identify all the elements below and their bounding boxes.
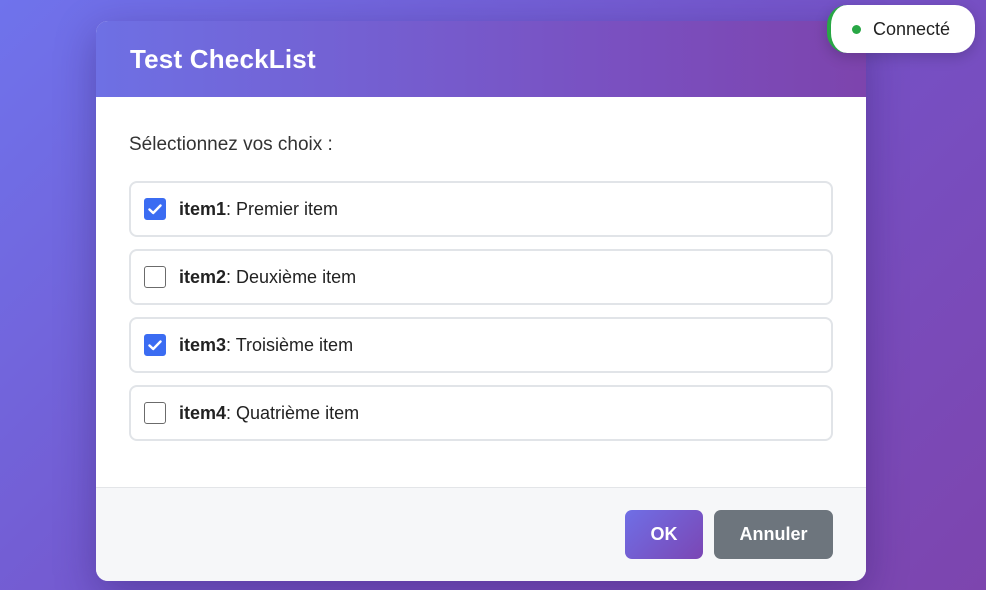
option-label: : Deuxième item (226, 266, 357, 287)
status-dot-icon (852, 24, 861, 34)
option-item3[interactable]: item3: Troisième item (129, 317, 833, 373)
option-key: item2 (179, 266, 227, 287)
option-label: : Troisième item (226, 334, 354, 355)
dialog-body: Sélectionnez vos choix : item1: Premier … (96, 97, 866, 487)
checkmark-icon (148, 339, 162, 350)
option-checkbox[interactable] (144, 266, 166, 288)
dialog-header: Test CheckList (96, 21, 866, 97)
option-text: item3: Troisième item (179, 335, 353, 356)
option-item1[interactable]: item1: Premier item (129, 181, 833, 237)
option-key: item1 (179, 198, 227, 219)
checklist-dialog: Test CheckList Sélectionnez vos choix : … (96, 21, 866, 581)
option-checkbox[interactable] (144, 198, 166, 220)
ok-button[interactable]: OK (625, 510, 703, 559)
dialog-footer: OK Annuler (96, 487, 866, 581)
option-label: : Premier item (226, 198, 339, 219)
option-key: item3 (179, 334, 227, 355)
checkmark-icon (148, 203, 162, 214)
option-key: item4 (179, 402, 227, 423)
option-text: item2: Deuxième item (179, 267, 356, 288)
connection-status-toast: Connecté (827, 5, 975, 53)
option-checkbox[interactable] (144, 334, 166, 356)
option-checkbox[interactable] (144, 402, 166, 424)
dialog-title: Test CheckList (130, 43, 316, 74)
selection-prompt: Sélectionnez vos choix : (129, 134, 333, 155)
option-item2[interactable]: item2: Deuxième item (129, 249, 833, 305)
connection-status-text: Connecté (873, 18, 951, 39)
cancel-button[interactable]: Annuler (714, 510, 833, 559)
option-label: : Quatrième item (226, 402, 360, 423)
option-text: item4: Quatrième item (179, 403, 359, 424)
option-item4[interactable]: item4: Quatrième item (129, 385, 833, 441)
option-text: item1: Premier item (179, 199, 338, 220)
